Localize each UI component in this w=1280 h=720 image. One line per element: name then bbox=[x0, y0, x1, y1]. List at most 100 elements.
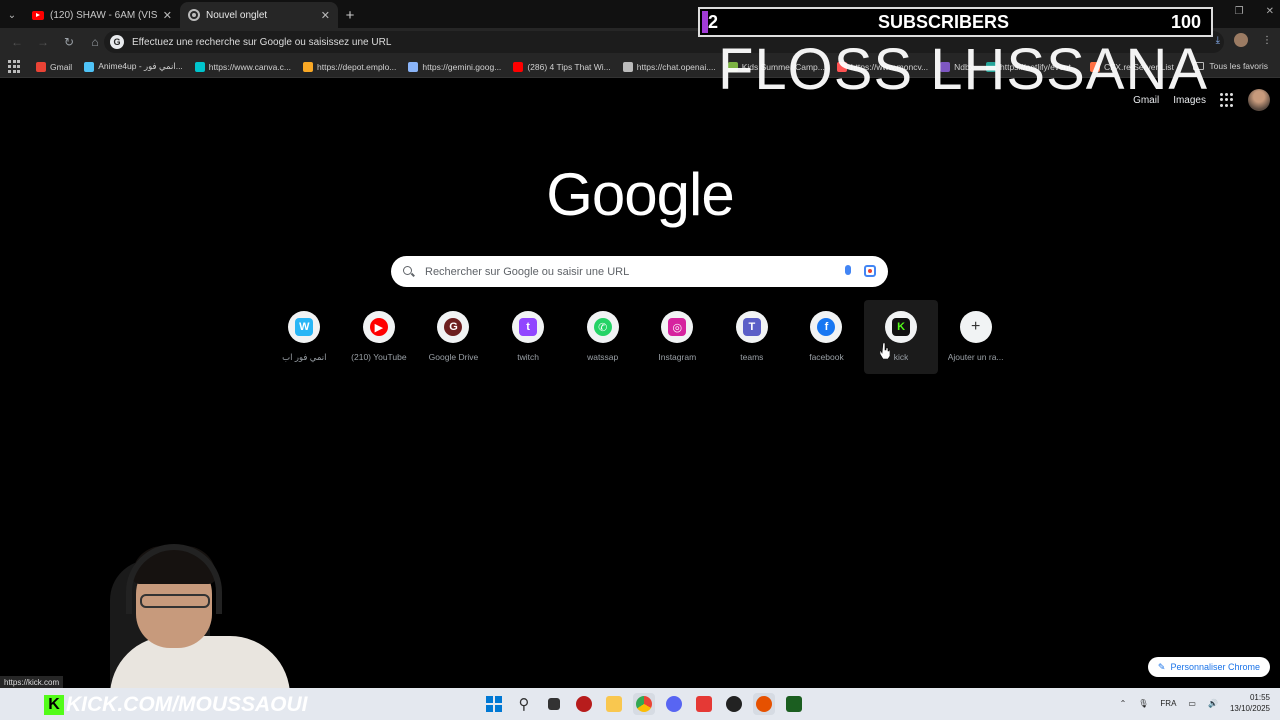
menu-icon[interactable]: ⋮ bbox=[1262, 35, 1272, 46]
search-taskbar-icon[interactable]: ⚲ bbox=[513, 693, 535, 715]
shortcut-label: teams bbox=[740, 352, 764, 362]
obs-icon[interactable] bbox=[723, 693, 745, 715]
bookmark-item[interactable]: (286) 4 Tips That Wi... bbox=[513, 61, 611, 72]
pencil-icon: ✎ bbox=[1157, 661, 1166, 672]
app-b-icon[interactable] bbox=[693, 693, 715, 715]
tab-search-chevron-icon[interactable]: ⌄ bbox=[0, 2, 24, 28]
bookmark-item[interactable]: https://chat.openai.... bbox=[622, 61, 716, 72]
chevron-up-icon[interactable]: ⌃ bbox=[1120, 699, 1127, 708]
tab-youtube[interactable]: (120) SHAW - 6AM (VISUALIZE ✕ bbox=[24, 2, 180, 28]
shortcut-favicon-icon: G bbox=[444, 318, 463, 336]
clock-time: 01:55 bbox=[1249, 693, 1270, 702]
shortcut-label: (210) YouTube bbox=[351, 352, 407, 362]
gmail-link[interactable]: Gmail bbox=[1133, 95, 1159, 106]
app-red-icon[interactable] bbox=[573, 693, 595, 715]
clock[interactable]: 01:55 13/10/2025 bbox=[1230, 692, 1270, 714]
bookmark-item[interactable]: https://depot.emplo... bbox=[303, 61, 397, 72]
shortcut-tile[interactable]: t twitch bbox=[491, 300, 566, 374]
bookmark-favicon-icon bbox=[84, 61, 95, 72]
shortcut-add[interactable]: + Ajouter un ra... bbox=[938, 300, 1013, 374]
close-icon[interactable]: ✕ bbox=[321, 9, 330, 22]
shortcut-tile[interactable]: ◎ Instagram bbox=[640, 300, 715, 374]
apps-grid-icon[interactable] bbox=[8, 59, 22, 74]
images-link[interactable]: Images bbox=[1173, 95, 1206, 106]
shortcut-label: watssap bbox=[587, 352, 619, 362]
bookmark-label: Anime4up - انمي فور... bbox=[98, 61, 183, 71]
network-icon[interactable]: ▭ bbox=[1188, 699, 1196, 708]
subscriber-label: SUBSCRIBERS bbox=[877, 11, 1010, 32]
shortcut-tile[interactable]: W انمي فور اب bbox=[267, 300, 342, 374]
shortcut-label: انمي فور اب bbox=[282, 352, 327, 362]
app-green-icon[interactable] bbox=[783, 693, 805, 715]
shortcut-icon-circle: + bbox=[959, 311, 992, 343]
google-apps-icon[interactable] bbox=[1220, 93, 1234, 107]
shortcut-label: Ajouter un ra... bbox=[947, 352, 1004, 362]
shortcut-favicon-icon: T bbox=[742, 318, 761, 336]
bookmark-item[interactable]: https://gemini.goog... bbox=[408, 61, 501, 72]
restore-icon[interactable]: ❐ bbox=[1235, 6, 1244, 17]
bookmark-item[interactable]: https://www.canva.c... bbox=[194, 61, 291, 72]
bookmark-favicon-icon bbox=[622, 61, 633, 72]
new-tab-button[interactable]: + bbox=[338, 2, 362, 28]
webcam-feed bbox=[100, 540, 290, 688]
start-button[interactable] bbox=[483, 693, 505, 715]
bookmark-favicon-icon bbox=[303, 61, 313, 72]
shortcut-label: Instagram bbox=[658, 352, 697, 362]
volume-icon[interactable]: 🔊 bbox=[1208, 699, 1218, 708]
shortcut-label: twitch bbox=[517, 352, 539, 362]
microphone-tray-icon[interactable]: 🎙 bbox=[1138, 699, 1148, 708]
language-indicator[interactable]: FRA bbox=[1160, 699, 1176, 708]
task-view-icon[interactable] bbox=[543, 693, 565, 715]
shortcut-favicon-icon: f bbox=[817, 318, 836, 336]
shortcut-icon-circle: f bbox=[810, 311, 843, 343]
profile-avatar[interactable] bbox=[1234, 33, 1248, 47]
address-placeholder: Effectuez une recherche sur Google ou sa… bbox=[132, 36, 392, 48]
reload-button[interactable]: ↻ bbox=[58, 31, 80, 53]
download-icon[interactable]: ⤓ bbox=[1216, 35, 1220, 46]
file-explorer-icon[interactable] bbox=[603, 693, 625, 715]
bookmark-label: https://depot.emplo... bbox=[317, 61, 397, 72]
subscriber-goal: 100 bbox=[1170, 11, 1201, 32]
toolbar-actions: ⤓ ⋮ bbox=[1216, 33, 1272, 47]
bookmark-label: https://www.canva.c... bbox=[208, 61, 291, 72]
youtube-icon bbox=[32, 10, 44, 20]
back-button[interactable]: ← bbox=[6, 31, 28, 53]
windows-icon bbox=[486, 696, 502, 712]
bookmark-item[interactable]: Gmail bbox=[36, 61, 72, 72]
shortcut-favicon-icon: t bbox=[519, 318, 538, 336]
app-orange-icon[interactable] bbox=[753, 693, 775, 715]
shortcut-tile[interactable]: Kkick bbox=[863, 300, 939, 374]
customize-chrome-button[interactable]: ✎ Personnaliser Chrome bbox=[1147, 657, 1270, 677]
microphone-icon[interactable] bbox=[845, 265, 851, 275]
shortcut-favicon-icon: K bbox=[892, 318, 911, 336]
shortcut-tile[interactable]: ✆ watssap bbox=[565, 300, 640, 374]
subscriber-goal-overlay: 2 SUBSCRIBERS 100 bbox=[698, 7, 1213, 37]
mouse-pointer-icon bbox=[880, 343, 890, 359]
shortcut-icon-circle: ✆ bbox=[586, 311, 619, 343]
discord-icon[interactable] bbox=[663, 693, 685, 715]
home-button[interactable]: ⌂ bbox=[84, 31, 106, 53]
shortcut-icon-circle: K bbox=[885, 311, 918, 343]
bookmark-item[interactable]: Anime4up - انمي فور... bbox=[84, 61, 183, 72]
tab-new-tab[interactable]: Nouvel onglet ✕ bbox=[180, 2, 338, 28]
shortcut-favicon-icon: W bbox=[295, 318, 314, 336]
close-window-icon[interactable]: ✕ bbox=[1266, 6, 1274, 17]
shortcut-tile[interactable]: ▶ (210) YouTube bbox=[342, 300, 417, 374]
shortcut-icon-circle: G bbox=[437, 311, 470, 343]
shortcut-label: facebook bbox=[809, 352, 844, 362]
close-icon[interactable]: ✕ bbox=[163, 9, 172, 22]
forward-button[interactable]: → bbox=[32, 31, 54, 53]
search-input[interactable]: Rechercher sur Google ou saisir une URL bbox=[391, 256, 888, 287]
shortcut-tile[interactable]: Tteams bbox=[715, 300, 790, 374]
tab-title: (120) SHAW - 6AM (VISUALIZE bbox=[50, 9, 157, 21]
status-url-bubble: https://kick.com bbox=[0, 676, 64, 688]
chrome-taskbar-icon[interactable] bbox=[633, 693, 655, 715]
shortcut-icon-circle: ▶ bbox=[362, 311, 395, 343]
google-lens-icon[interactable] bbox=[864, 265, 876, 277]
account-avatar[interactable] bbox=[1248, 89, 1270, 111]
shortcut-icon-circle: W bbox=[288, 311, 321, 343]
shortcut-tile[interactable]: G Google Drive bbox=[416, 300, 491, 374]
bookmarks-folder-label: Tous les favoris bbox=[1209, 61, 1268, 71]
shortcut-tile[interactable]: f facebook bbox=[789, 300, 864, 374]
bookmark-favicon-icon bbox=[194, 61, 205, 72]
